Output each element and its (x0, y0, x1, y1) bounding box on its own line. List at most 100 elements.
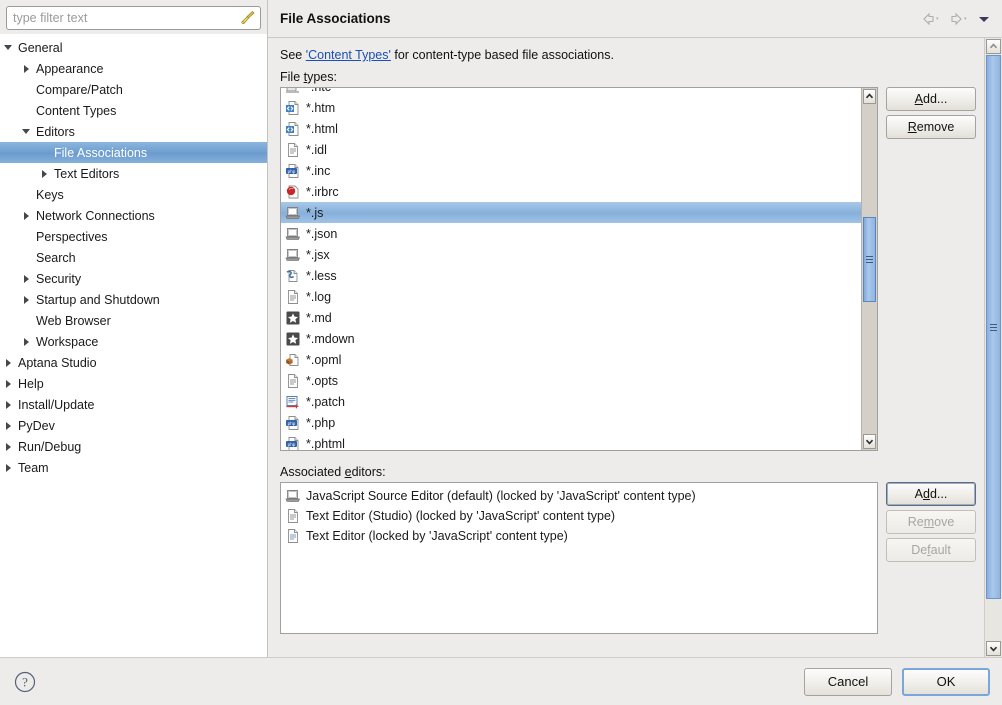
file-type-label: *.opml (306, 352, 342, 367)
associated-editors-section: Associated editors: JavaScript Source Ed… (280, 465, 976, 634)
file-type-row[interactable]: *.idl (281, 139, 861, 160)
page-scroll-down-icon[interactable] (986, 641, 1001, 656)
file-type-label: *.phtml (306, 436, 345, 451)
sidebar-item-network-connections[interactable]: Network Connections (0, 205, 267, 226)
sidebar-item-general[interactable]: General (0, 37, 267, 58)
ruby-icon (285, 184, 301, 200)
sidebar-item-label: Install/Update (18, 397, 95, 412)
file-type-row[interactable]: *.opts (281, 370, 861, 391)
text-doc-icon (285, 142, 301, 158)
collapse-arrow-icon[interactable] (0, 37, 16, 58)
remove-file-type-button[interactable]: Remove (886, 115, 976, 139)
file-type-row[interactable]: *.json (281, 223, 861, 244)
sidebar-item-pydev[interactable]: PyDev (0, 415, 267, 436)
expand-arrow-icon[interactable] (18, 205, 34, 226)
ok-button[interactable]: OK (902, 667, 990, 696)
expand-arrow-icon[interactable] (0, 352, 16, 373)
file-type-row[interactable]: *.jsx (281, 244, 861, 265)
preferences-tree[interactable]: General Appearance Compare/Patch Content Ty… (0, 34, 267, 657)
file-type-row[interactable]: *.patch (281, 391, 861, 412)
page-scroll-track[interactable] (985, 55, 1002, 640)
sidebar-item-label: Startup and Shutdown (36, 292, 160, 307)
sidebar-item-aptana-studio[interactable]: Aptana Studio (0, 352, 267, 373)
expand-arrow-icon[interactable] (0, 436, 16, 457)
sidebar-item-team[interactable]: Team (0, 457, 267, 478)
file-type-label: *.jsx (306, 247, 330, 262)
add-file-type-button[interactable]: Add... (886, 87, 976, 111)
sidebar-item-web-browser[interactable]: Web Browser (0, 310, 267, 331)
sidebar-item-editors[interactable]: Editors (0, 121, 267, 142)
expand-arrow-icon[interactable] (18, 289, 34, 310)
filter-area (0, 0, 267, 34)
search-input[interactable] (13, 11, 238, 25)
page-vertical-scrollbar[interactable] (984, 38, 1002, 657)
expand-arrow-icon[interactable] (0, 394, 16, 415)
scroll-down-icon[interactable] (863, 434, 876, 449)
sidebar-item-label: Aptana Studio (18, 355, 97, 370)
sidebar-item-keys[interactable]: Keys (0, 184, 267, 205)
expand-arrow-icon[interactable] (0, 373, 16, 394)
sidebar-item-startup-and-shutdown[interactable]: Startup and Shutdown (0, 289, 267, 310)
file-type-row[interactable]: *.mdown (281, 328, 861, 349)
back-arrow-icon[interactable] (918, 9, 944, 29)
file-type-row[interactable]: php *.phtml (281, 433, 861, 450)
page-content: See 'Content Types' for content-type bas… (268, 38, 984, 657)
page-scroll-thumb[interactable] (986, 55, 1001, 600)
file-type-row[interactable]: *.htc (281, 88, 861, 97)
sidebar-item-label: Keys (36, 187, 64, 202)
sidebar-item-appearance[interactable]: Appearance (0, 58, 267, 79)
file-types-scrollbar[interactable] (861, 88, 877, 450)
associated-editor-row[interactable]: JavaScript Source Editor (default) (lock… (281, 486, 877, 506)
sidebar-item-content-types[interactable]: Content Types (0, 100, 267, 121)
file-type-row[interactable]: *.irbrc (281, 181, 861, 202)
broom-icon[interactable] (238, 8, 258, 28)
sidebar-item-text-editors[interactable]: Text Editors (0, 163, 267, 184)
file-type-row[interactable]: *.log (281, 286, 861, 307)
file-types-scroll-thumb[interactable] (863, 216, 876, 302)
file-types-list[interactable]: *.htc *.htm *.html *.idl php*.i (280, 87, 878, 451)
forward-arrow-icon[interactable] (946, 9, 972, 29)
file-type-row[interactable]: *.html (281, 118, 861, 139)
file-type-row[interactable]: php *.inc (281, 160, 861, 181)
sidebar-item-install-update[interactable]: Install/Update (0, 394, 267, 415)
expand-arrow-icon[interactable] (18, 331, 34, 352)
file-type-row[interactable]: *.js (281, 202, 861, 223)
expand-arrow-icon[interactable] (36, 163, 52, 184)
sidebar-item-compare-patch[interactable]: Compare/Patch (0, 79, 267, 100)
collapse-arrow-icon[interactable] (18, 121, 34, 142)
view-menu-icon[interactable] (974, 9, 994, 29)
file-type-row[interactable]: php *.php (281, 412, 861, 433)
sidebar-item-help[interactable]: Help (0, 373, 267, 394)
php-icon: php (285, 163, 301, 179)
cancel-button[interactable]: Cancel (804, 667, 892, 696)
sidebar-item-run-debug[interactable]: Run/Debug (0, 436, 267, 457)
page-scroll-up-icon[interactable] (986, 39, 1001, 54)
file-types-scroll-track[interactable] (862, 105, 877, 433)
help-question-icon[interactable]: ? (12, 669, 38, 695)
associated-editor-row[interactable]: Text Editor (locked by 'JavaScript' cont… (281, 526, 877, 546)
file-type-row[interactable]: *.htm (281, 97, 861, 118)
file-type-row[interactable]: *.opml (281, 349, 861, 370)
add-editor-button[interactable]: Ad d... (886, 482, 976, 506)
content-types-link[interactable]: 'Content Types' (306, 48, 391, 62)
expand-arrow-icon[interactable] (18, 268, 34, 289)
associated-editors-list[interactable]: JavaScript Source Editor (default) (lock… (280, 482, 878, 634)
file-types-row: *.htc *.htm *.html *.idl php*.i (280, 87, 976, 451)
expand-arrow-icon[interactable] (0, 457, 16, 478)
file-type-row[interactable]: *.md (281, 307, 861, 328)
expand-arrow-icon[interactable] (18, 58, 34, 79)
sidebar-item-file-associations[interactable]: File Associations (0, 142, 267, 163)
expand-arrow-icon[interactable] (0, 415, 16, 436)
sidebar-item-workspace[interactable]: Workspace (0, 331, 267, 352)
filter-box[interactable] (6, 6, 261, 30)
scroll-up-icon[interactable] (863, 89, 876, 104)
sidebar-item-search[interactable]: Search (0, 247, 267, 268)
associated-editor-row[interactable]: Text Editor (Studio) (locked by 'JavaScr… (281, 506, 877, 526)
sidebar-item-security[interactable]: Security (0, 268, 267, 289)
hint-prefix: See (280, 48, 306, 62)
sidebar-item-perspectives[interactable]: Perspectives (0, 226, 267, 247)
file-type-row[interactable]: *.less (281, 265, 861, 286)
